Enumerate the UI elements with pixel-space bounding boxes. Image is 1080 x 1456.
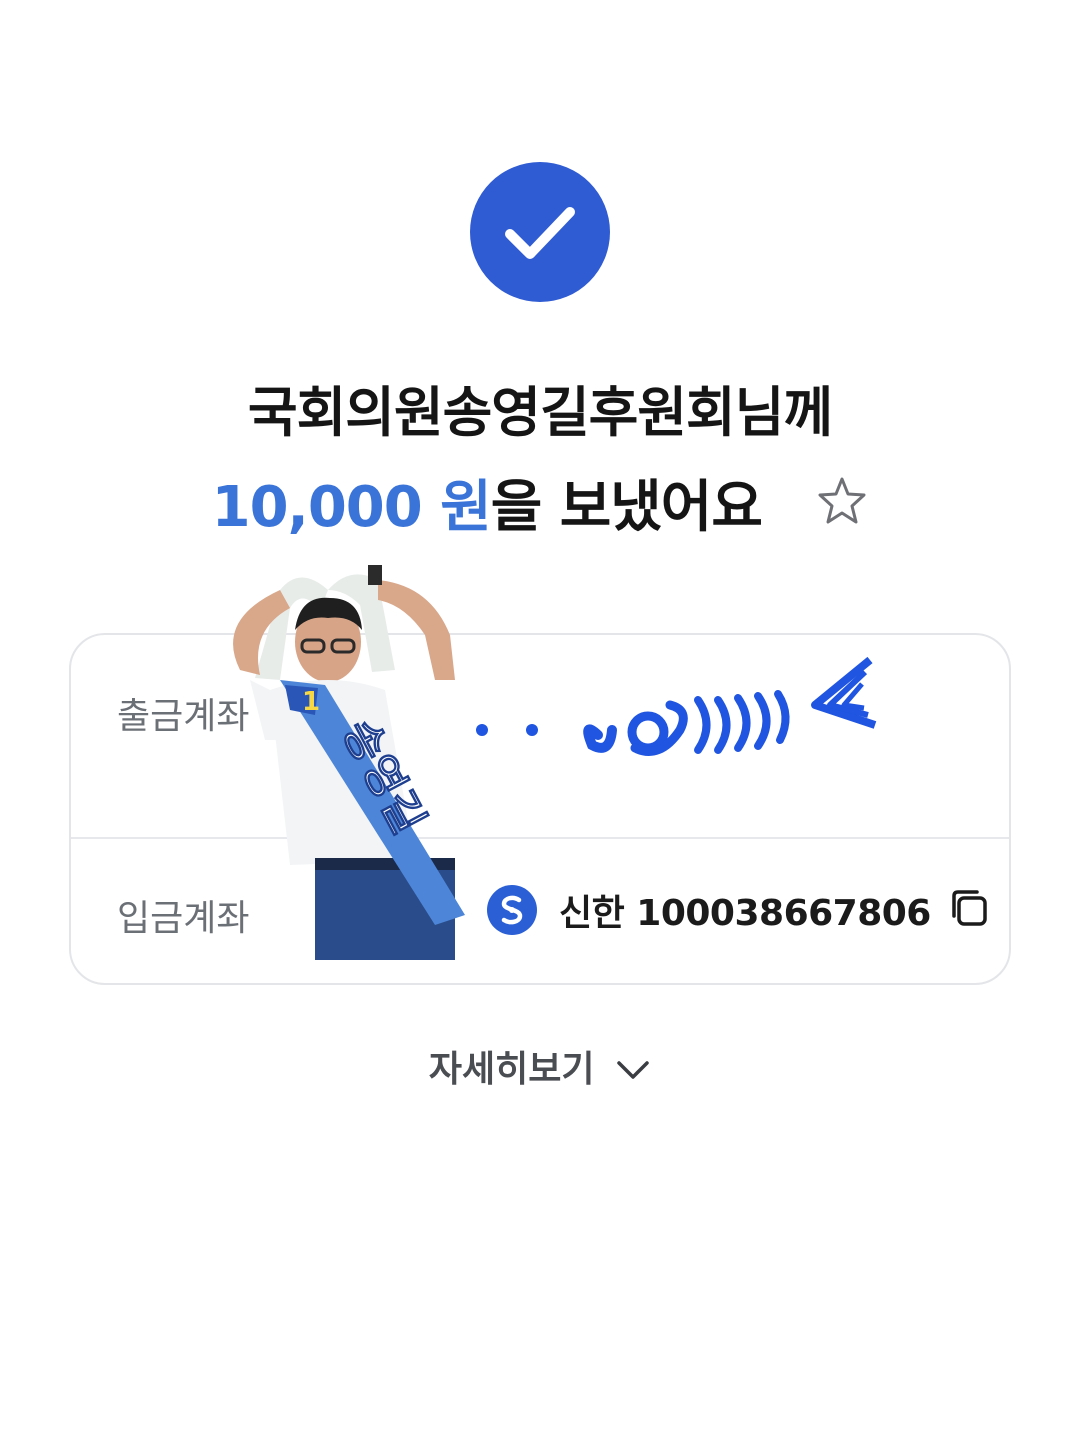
sash-number: 1 (302, 687, 320, 717)
amount-suffix: 을 보냈어요 (490, 475, 763, 540)
recipient-title: 국회의원송영길후원회님께 (247, 381, 833, 444)
amount-headline: 10,000 원을 보냈어요 (0, 462, 1080, 543)
person-sticker-image: 1 송영길 (210, 560, 510, 965)
amount-value: 10,000 원 (211, 475, 492, 540)
chevron-down-icon (617, 1061, 649, 1079)
favorite-star-icon[interactable] (816, 475, 868, 541)
more-details-label: 자세히보기 (428, 1049, 595, 1090)
blue-doodle-icon (470, 650, 890, 780)
success-check-icon (470, 162, 610, 302)
deposit-account-number: 신한 100038667806 (559, 893, 931, 934)
copy-icon[interactable] (947, 886, 991, 934)
deposit-account: 신한 100038667806 (487, 885, 991, 935)
more-details-button[interactable]: 자세히보기 (0, 1040, 1080, 1092)
